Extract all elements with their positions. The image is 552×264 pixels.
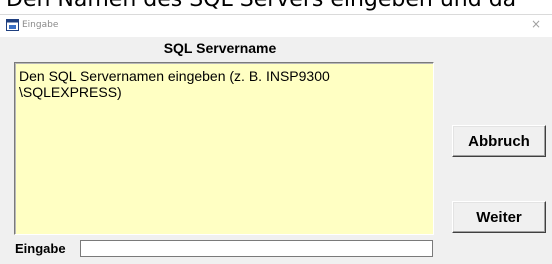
- background-document-text: Den Namen des SQL Servers eingeben und d…: [6, 0, 516, 14]
- next-button[interactable]: Weiter: [452, 201, 546, 233]
- prompt-message: Den SQL Servernamen eingeben (z. B. INSP…: [19, 68, 330, 100]
- input-dialog: Eingabe × SQL Servername Den SQL Servern…: [0, 14, 552, 264]
- server-name-input[interactable]: [80, 240, 433, 257]
- dialog-heading: SQL Servername: [163, 40, 277, 56]
- cancel-button[interactable]: Abbruch: [452, 125, 546, 157]
- window-app-icon: [6, 19, 19, 31]
- close-icon[interactable]: ×: [530, 18, 542, 30]
- message-area: Den SQL Servernamen eingeben (z. B. INSP…: [14, 62, 434, 235]
- window-title: Eingabe: [22, 20, 59, 30]
- title-bar: Eingabe ×: [0, 15, 552, 37]
- input-label: Eingabe: [15, 241, 66, 256]
- screenshot-root: Den Namen des SQL Servers eingeben und d…: [0, 0, 552, 264]
